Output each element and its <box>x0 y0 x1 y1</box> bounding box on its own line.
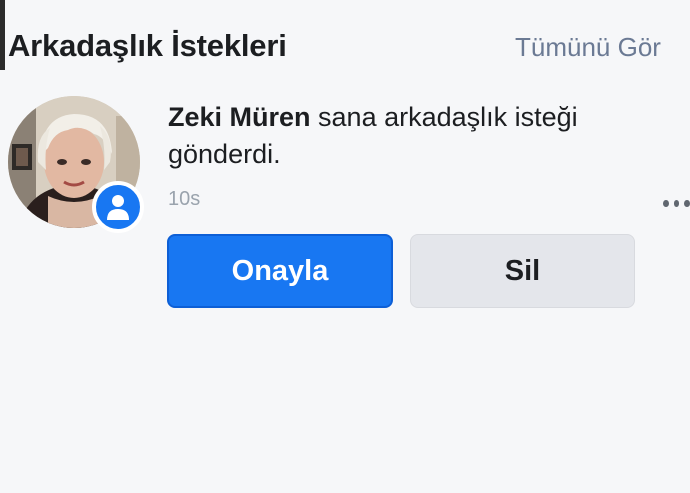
friend-badge <box>92 181 144 233</box>
friend-request-text: Zeki Müren sana arkadaşlık isteği gönder… <box>168 99 638 173</box>
more-dots-icon[interactable] <box>663 196 690 210</box>
dot <box>684 199 690 207</box>
person-icon <box>107 195 129 220</box>
request-timestamp: 10s <box>168 188 201 210</box>
friend-requests-header: Arkadaşlık İstekleri Tümünü Gör <box>8 28 690 72</box>
friend-request-avatar[interactable] <box>8 96 144 233</box>
dot <box>663 199 669 207</box>
see-all-link[interactable]: Tümünü Gör <box>515 32 690 63</box>
page-title: Arkadaşlık İstekleri <box>8 28 287 63</box>
dot <box>673 199 680 207</box>
left-edge-bar <box>0 0 5 70</box>
confirm-button[interactable]: Onayla <box>167 234 393 308</box>
delete-button[interactable]: Sil <box>410 234 635 308</box>
requester-name[interactable]: Zeki Müren <box>168 102 311 132</box>
